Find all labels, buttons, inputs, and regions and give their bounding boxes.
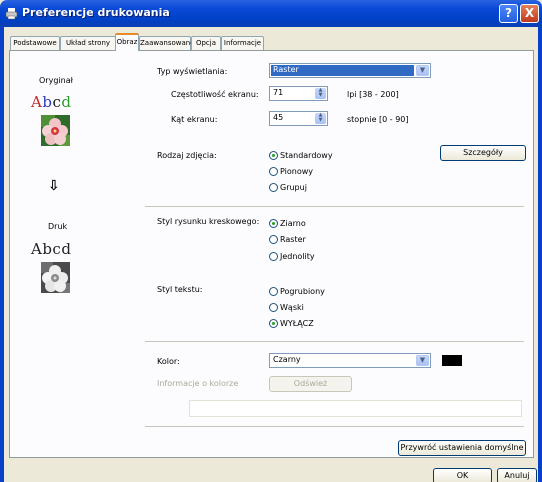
chevron-down-icon: ▼ [416, 65, 429, 76]
radio-raster[interactable] [269, 235, 278, 244]
radio-pogrubiony-label[interactable]: Pogrubiony [280, 287, 325, 296]
screen-frequency-value: 71 [273, 88, 284, 97]
color-dropdown[interactable]: Czarny ▼ [269, 353, 431, 368]
arrow-down-icon: ⇩ [48, 178, 60, 194]
radio-jednolity[interactable] [269, 252, 278, 261]
radio-wylacz-label[interactable]: WYŁĄCZ [280, 319, 314, 328]
radio-standardowy[interactable] [269, 151, 278, 160]
screen-frequency-range: lpi [38 - 200] [347, 90, 399, 99]
spin-arrows-icon[interactable]: ▲ ▼ [315, 113, 326, 124]
radio-ziarno[interactable] [269, 219, 278, 228]
radio-jednolity-label[interactable]: Jednolity [280, 252, 315, 261]
radio-standardowy-label[interactable]: Standardowy [280, 151, 333, 160]
print-label: Druk [48, 222, 68, 231]
radio-ziarno-label[interactable]: Ziarno [280, 219, 306, 228]
tab-zaawansowane[interactable]: Zaawansowane [139, 36, 195, 50]
original-label: Oryginał [39, 76, 73, 85]
cancel-button[interactable]: Anuluj [497, 468, 537, 482]
separator [145, 341, 524, 342]
radio-pogrubiony[interactable] [269, 287, 278, 296]
refresh-button[interactable]: Odśwież [269, 376, 352, 392]
window-border-right [538, 27, 542, 482]
radio-wylacz[interactable] [269, 319, 278, 328]
screen-angle-label: Kąt ekranu: [171, 115, 218, 124]
color-info-label: Informacje o kolorze [157, 379, 239, 388]
title-bar: Preferencje drukowania ? X [0, 0, 542, 27]
printer-icon [5, 8, 18, 20]
display-type-label: Typ wyświetlania: [157, 67, 228, 76]
tab-uklad-strony[interactable]: Układ strony [60, 36, 116, 50]
window-border-left [0, 27, 4, 482]
radio-pionowy-label[interactable]: Pionowy [280, 167, 313, 176]
screen-angle-spinner[interactable]: 45 ▲ ▼ [269, 111, 328, 126]
print-sample-text: Abcd [31, 240, 72, 258]
line-art-style-label: Styl rysunku kreskowego: [157, 217, 260, 226]
screen-angle-value: 45 [273, 113, 284, 122]
tab-informacje[interactable]: Informacje [221, 36, 264, 50]
screen-frequency-label: Częstotliwość ekranu: [171, 90, 259, 99]
spin-arrows-icon[interactable]: ▲ ▼ [315, 88, 326, 99]
radio-raster-label[interactable]: Raster [280, 235, 306, 244]
help-button[interactable]: ? [499, 4, 518, 23]
separator [145, 206, 524, 207]
tab-opcja[interactable]: Opcja [191, 36, 221, 50]
flower-color-icon [41, 115, 70, 146]
radio-grupuj[interactable] [269, 183, 278, 192]
tab-podstawowe[interactable]: Podstawowe [10, 36, 60, 50]
color-swatch [442, 355, 462, 366]
radio-pionowy[interactable] [269, 167, 278, 176]
close-button[interactable]: X [520, 4, 539, 23]
radio-grupuj-label[interactable]: Grupuj [280, 183, 307, 192]
photo-type-label: Rodzaj zdjęcia: [157, 151, 217, 160]
tab-obraz[interactable]: Obraz [115, 33, 139, 51]
color-label: Kolor: [157, 357, 180, 366]
color-value: Czarny [273, 355, 301, 364]
text-style-label: Styl tekstu: [157, 285, 203, 294]
screen-angle-range: stopnie [0 - 90] [347, 115, 409, 124]
display-type-dropdown[interactable]: Raster ▼ [269, 63, 431, 78]
color-info-field [189, 400, 522, 417]
radio-waski[interactable] [269, 303, 278, 312]
radio-waski-label[interactable]: Wąski [280, 303, 304, 312]
separator [145, 426, 524, 427]
screen-frequency-spinner[interactable]: 71 ▲ ▼ [269, 86, 328, 101]
flower-grayscale-icon [41, 262, 70, 293]
original-sample-text: Abcd [31, 93, 72, 111]
chevron-down-icon: ▼ [416, 355, 429, 366]
details-button[interactable]: Szczegóły [440, 145, 526, 161]
ok-button[interactable]: OK [433, 468, 492, 482]
restore-defaults-button[interactable]: Przywróć ustawienia domyślne [398, 440, 526, 456]
window-title: Preferencje drukowania [22, 6, 170, 19]
display-type-value: Raster [271, 65, 414, 76]
